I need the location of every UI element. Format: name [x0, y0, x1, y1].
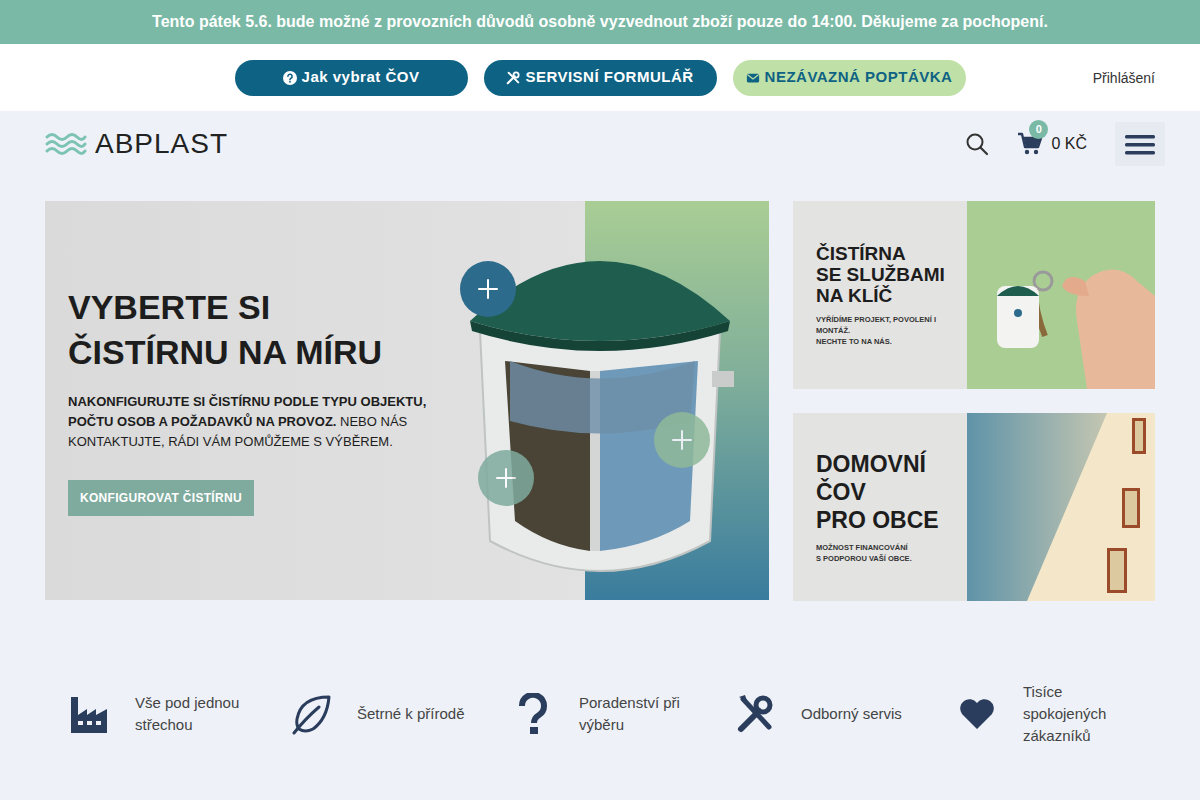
header: ABPLAST00 KČ [45, 111, 1155, 177]
feature-text: Vše pod jednou střechou [135, 692, 255, 736]
banners: VYBERTE SIČISTÍRNU NA MÍRU NAKONFIGURUJTE… [45, 201, 1155, 601]
logo-text: ABPLAST [95, 130, 228, 158]
leaf-icon [291, 693, 331, 735]
cart[interactable]: 0 0 KČ [1017, 132, 1087, 157]
hotspot-button[interactable] [460, 261, 516, 317]
promo-title-line: SE SLUŽBAMI [816, 264, 957, 285]
feature-text: Tisíce spokojených zákazníků [1023, 681, 1143, 747]
promo-text: ČISTÍRNASE SLUŽBAMINA KLÍČ VYŘÍDÍME PROJE… [793, 201, 967, 389]
promo-image [967, 201, 1155, 389]
top-button-label: Jak vybrat ČOV [302, 66, 420, 89]
keychain-icon [967, 201, 1155, 389]
top-button[interactable]: Jak vybrat ČOV [235, 60, 468, 96]
plus-icon [477, 278, 499, 300]
cart-total: 0 KČ [1051, 132, 1087, 156]
promo-subtitle-line: VYŘÍDÍME PROJEKT, POVOLENÍ I MONTÁŽ. [816, 314, 957, 336]
feature-text: Poradenství při výběru [579, 692, 699, 736]
top-button-label: SERVISNÍ FORMULÁŘ [525, 66, 693, 89]
hero-title-line: VYBERTE SI [68, 285, 430, 330]
promo-banner[interactable]: ČISTÍRNASE SLUŽBAMINA KLÍČ VYŘÍDÍME PROJE… [793, 201, 1155, 389]
search-icon [965, 132, 989, 156]
login-link[interactable]: Přihlášení [1093, 70, 1155, 86]
building-icon [967, 413, 1155, 601]
configure-button[interactable]: KONFIGUROVAT ČISTÍRNU [68, 480, 254, 516]
feature-item: Odborný servis [711, 681, 933, 747]
promo-subtitle-line: MOŽNOST FINANCOVÁNÍ [816, 542, 957, 553]
hero-banner[interactable]: VYBERTE SIČISTÍRNU NA MÍRU NAKONFIGURUJTE… [45, 201, 769, 600]
question-mark-icon [513, 693, 553, 735]
tools-icon [506, 71, 520, 85]
cart-count: 0 [1029, 120, 1048, 139]
announcement-bar: Tento pátek 5.6. bude možné z provozních… [0, 0, 1200, 44]
feature-text: Šetrné k přírodě [357, 703, 465, 725]
promo-subtitle-line: NECHTE TO NA NÁS. [816, 336, 957, 347]
feature-item: Šetrné k přírodě [267, 681, 489, 747]
promo-text: DOMOVNÍČOVPRO OBCE MOŽNOST FINANCOVÁNÍS P… [793, 413, 967, 601]
heart-icon [957, 693, 997, 735]
question-icon [283, 71, 297, 85]
waves-icon [45, 131, 87, 157]
feature-item: Tisíce spokojených zákazníků [933, 681, 1155, 747]
promo-title-line: ČISTÍRNA [816, 243, 957, 264]
hotspot-button[interactable] [654, 412, 710, 468]
plus-icon [671, 429, 693, 451]
promo-subtitle: MOŽNOST FINANCOVÁNÍS PODPOROU VAŠÍ OBCE. [816, 542, 957, 564]
promo-title: DOMOVNÍČOVPRO OBCE [816, 450, 957, 534]
top-button-label: NEZÁVAZNÁ POPTÁVKA [765, 66, 953, 89]
hotspot-button[interactable] [478, 450, 534, 506]
hero-text: VYBERTE SIČISTÍRNU NA MÍRU NAKONFIGURUJTE… [45, 201, 430, 600]
promo-list: ČISTÍRNASE SLUŽBAMINA KLÍČ VYŘÍDÍME PROJE… [793, 201, 1155, 601]
tools-icon [735, 693, 775, 735]
header-tools: 00 KČ [965, 122, 1155, 166]
promo-banner[interactable]: DOMOVNÍČOVPRO OBCE MOŽNOST FINANCOVÁNÍS P… [793, 413, 1155, 601]
promo-title-line: ČOV [816, 478, 957, 506]
factory-icon [69, 693, 109, 735]
hero-title: VYBERTE SIČISTÍRNU NA MÍRU [68, 285, 430, 375]
menu-button[interactable] [1115, 122, 1165, 166]
promo-subtitle-line: S PODPOROU VAŠÍ OBCE. [816, 553, 957, 564]
hero-image [430, 201, 769, 600]
top-button[interactable]: SERVISNÍ FORMULÁŘ [484, 60, 717, 96]
hero-title-line: ČISTÍRNU NA MÍRU [68, 330, 430, 375]
promo-title-line: DOMOVNÍ [816, 450, 957, 478]
top-buttons: Jak vybrat ČOV SERVISNÍ FORMULÁŘ NEZÁVAZNÁ… [235, 60, 966, 96]
feature-item: Poradenství při výběru [489, 681, 711, 747]
plus-icon [495, 467, 517, 489]
cart-icon-wrap: 0 [1017, 132, 1043, 157]
hamburger-icon [1125, 134, 1155, 156]
hero-lead: NAKONFIGURUJTE SI ČISTÍRNU PODLE TYPU OB… [68, 392, 428, 452]
search-button[interactable] [965, 132, 989, 157]
promo-title-line: NA KLÍČ [816, 285, 957, 306]
promo-title: ČISTÍRNASE SLUŽBAMINA KLÍČ [816, 243, 957, 306]
feature-text: Odborný servis [801, 703, 902, 725]
feature-list: Vše pod jednou střechou Šetrné k přírodě P… [45, 681, 1155, 787]
promo-subtitle: VYŘÍDÍME PROJEKT, POVOLENÍ I MONTÁŽ.NECH… [816, 314, 957, 347]
promo-image [967, 413, 1155, 601]
top-button[interactable]: NEZÁVAZNÁ POPTÁVKA [733, 60, 966, 96]
envelope-icon [746, 71, 760, 85]
main: ABPLAST00 KČVYBERTE SIČISTÍRNU NA MÍRUNA… [45, 111, 1155, 787]
logo[interactable]: ABPLAST [45, 130, 228, 158]
feature-item: Vše pod jednou střechou [45, 681, 267, 747]
top-bar: Jak vybrat ČOV SERVISNÍ FORMULÁŘ NEZÁVAZNÁ… [0, 44, 1200, 111]
promo-title-line: PRO OBCE [816, 506, 957, 534]
